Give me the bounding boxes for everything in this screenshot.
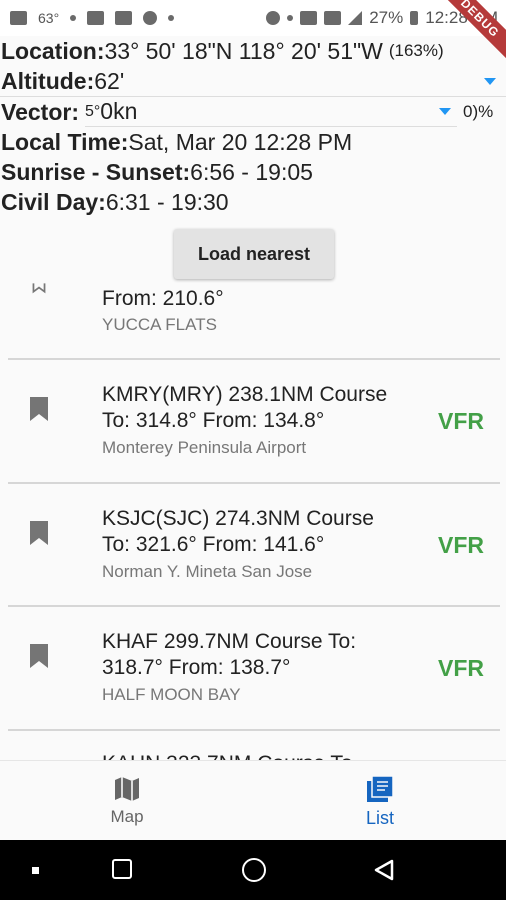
- vector-row: Vector: 5° 0kn 0)%: [0, 97, 506, 127]
- list-item[interactable]: KMRY(MRY) 238.1NM Course To: 314.8° From…: [0, 360, 506, 484]
- wifi-calling-icon: [143, 11, 158, 25]
- info-panel: Location: 33° 50' 18"N 118° 20' 51"W (16…: [0, 36, 506, 217]
- altitude-row[interactable]: Altitude: 62': [0, 66, 506, 97]
- location-icon: [266, 11, 281, 25]
- list-item[interactable]: From: 210.6° YUCCA FLATS: [0, 282, 506, 360]
- bluetooth-icon: [287, 15, 294, 21]
- battery-text: 27%: [369, 8, 404, 27]
- load-nearest-button[interactable]: Load nearest: [174, 229, 334, 279]
- location-label: Location:: [1, 37, 105, 64]
- list-item-subtitle: Norman Y. Mineta San Jose: [102, 562, 313, 581]
- list-item-line2: 318.7° From: 138.7°: [102, 656, 291, 679]
- list-item-line1: KSJC(SJC) 274.3NM Course: [102, 507, 374, 530]
- list-item-line2: To: 321.6° From: 141.6°: [102, 533, 325, 556]
- vector-label: Vector:: [1, 98, 79, 125]
- altitude-dropdown-icon[interactable]: [484, 78, 496, 85]
- gb-icon: [87, 11, 105, 25]
- bookmark-icon[interactable]: [29, 396, 49, 422]
- civil-day-row: Civil Day: 6:31 - 19:30: [0, 187, 506, 217]
- list-item-line1: KMRY(MRY) 238.1NM Course: [102, 383, 388, 406]
- map-icon: [115, 777, 139, 801]
- vector-dropdown-icon[interactable]: [438, 108, 451, 115]
- more-icon: [168, 15, 175, 21]
- vector-extra: 0)%: [462, 102, 494, 121]
- bookmark-icon[interactable]: [29, 520, 49, 546]
- battery-icon: [410, 11, 419, 25]
- local-time-value: Sat, Mar 20 12:28 PM: [128, 128, 353, 155]
- list-item[interactable]: KSJC(SJC) 274.3NM Course To: 321.6° From…: [0, 484, 506, 608]
- location-row: Location: 33° 50' 18"N 118° 20' 51"W (16…: [0, 36, 506, 66]
- vector-degree: 5°: [84, 102, 101, 120]
- list-item[interactable]: KAHN 323.7NM Course To: [0, 731, 506, 760]
- youtube-icon: [10, 11, 27, 25]
- list-item[interactable]: KHAF 299.7NM Course To: 318.7° From: 138…: [0, 607, 506, 731]
- sunrise-sunset-label: Sunrise - Sunset:: [1, 158, 191, 185]
- list-item-line1: KAHN 323.7NM Course To: [102, 751, 353, 760]
- mute-icon: [324, 11, 342, 25]
- overview-button-icon[interactable]: [112, 859, 132, 879]
- signal-icon: [348, 11, 363, 25]
- nav-list-label: List: [365, 807, 394, 828]
- vfr-badge: VFR: [438, 655, 484, 681]
- altitude-label: Altitude:: [1, 67, 95, 94]
- civil-day-value: 6:31 - 19:30: [105, 188, 229, 215]
- list-item-line1: KHAF 299.7NM Course To:: [102, 630, 357, 653]
- image-icon: [115, 11, 133, 25]
- airport-list[interactable]: From: 210.6° YUCCA FLATS KMRY(MRY) 238.1…: [0, 282, 506, 760]
- nfc-icon: [300, 11, 318, 25]
- vfr-badge: VFR: [438, 408, 484, 434]
- nav-map-label: Map: [110, 807, 144, 826]
- altitude-value: 62': [94, 67, 125, 94]
- bookmark-outline-icon[interactable]: [29, 282, 49, 300]
- nav-list[interactable]: List: [320, 761, 440, 841]
- temperature-text: 63°: [38, 10, 60, 26]
- back-button-icon[interactable]: [372, 858, 396, 882]
- vector-speed: 0kn: [100, 98, 138, 124]
- list-item-subtitle: HALF MOON BAY: [102, 685, 241, 704]
- home-button-icon[interactable]: [242, 858, 266, 882]
- local-time-label: Local Time:: [1, 128, 129, 155]
- list-item-line2: From: 210.6°: [102, 287, 224, 310]
- nav-map[interactable]: Map: [67, 761, 187, 841]
- list-item-subtitle: YUCCA FLATS: [102, 315, 217, 334]
- location-extra: (163%): [388, 41, 444, 60]
- usb-icon: [70, 15, 77, 21]
- sunrise-sunset-value: 6:56 - 19:05: [190, 158, 313, 185]
- status-bar: 63° 27% 12:28 PM DEBUG: [0, 0, 506, 68]
- recent-apps-dot-icon[interactable]: [32, 867, 39, 874]
- list-item-subtitle: Monterey Peninsula Airport: [102, 438, 307, 457]
- list-item-line2: To: 314.8° From: 134.8°: [102, 409, 325, 432]
- list-icon: [367, 774, 394, 802]
- system-navigation-bar: [0, 840, 506, 900]
- vfr-badge: VFR: [438, 532, 484, 558]
- local-time-row: Local Time: Sat, Mar 20 12:28 PM: [0, 127, 506, 157]
- bookmark-icon[interactable]: [29, 643, 49, 669]
- civil-day-label: Civil Day:: [1, 188, 106, 215]
- location-value: 33° 50' 18"N 118° 20' 51"W: [104, 37, 383, 64]
- vector-field[interactable]: 5° 0kn: [84, 97, 457, 127]
- bottom-navigation: Map List: [0, 760, 506, 841]
- sunrise-sunset-row: Sunrise - Sunset: 6:56 - 19:05: [0, 157, 506, 187]
